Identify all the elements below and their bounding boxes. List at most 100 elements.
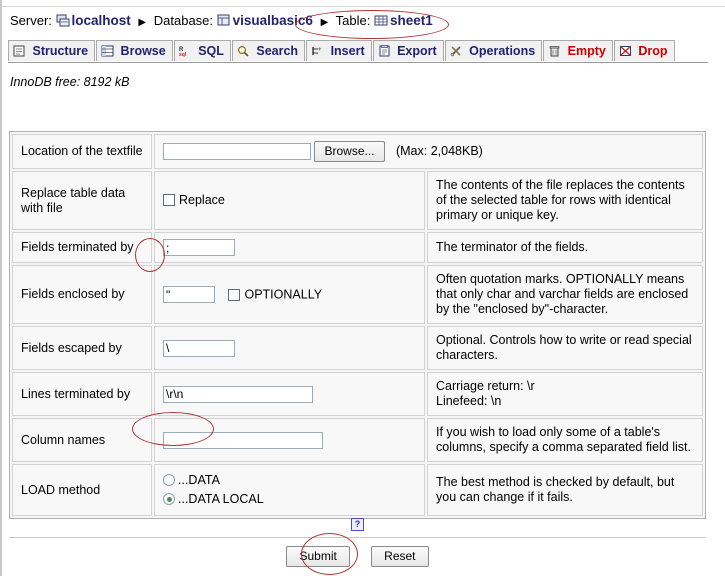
row-desc-fields-terminated: The terminator of the fields. <box>427 232 703 263</box>
database-label: Database: <box>153 13 214 28</box>
row-desc-load-method: The best method is checked by default, b… <box>427 464 703 516</box>
reset-button[interactable]: Reset <box>371 546 429 567</box>
innodb-free-status: InnoDB free: 8192 kB <box>10 75 130 89</box>
row-label-column-names: Column names <box>12 418 152 462</box>
svg-text:sql: sql <box>179 52 187 57</box>
fields-enclosed-by-input[interactable] <box>163 286 215 303</box>
fields-escaped-by-input[interactable] <box>163 339 235 357</box>
table-label: Table: <box>335 13 371 28</box>
linefeed-note: Linefeed: \n <box>436 394 502 408</box>
row-label-load-method: LOAD method <box>12 464 152 516</box>
row-desc-column-names: If you wish to load only some of a table… <box>427 418 703 462</box>
submit-button[interactable]: Submit <box>286 546 350 567</box>
tab-search-label: Search <box>256 44 299 58</box>
sql-icon: R sql <box>179 46 195 60</box>
load-method-option-data-local[interactable]: ...DATA LOCAL <box>163 490 416 509</box>
load-data-local-radio[interactable] <box>163 493 175 505</box>
optionally-checkbox[interactable] <box>228 288 241 301</box>
max-filesize-note: (Max: 2,048KB) <box>395 144 483 158</box>
textfile-path-input[interactable] <box>163 142 311 160</box>
insert-icon: + <box>311 46 327 60</box>
row-label-location: Location of the textfile <box>12 134 152 169</box>
breadcrumb: Server: localhost ▶ Database: visualbasi… <box>0 7 725 36</box>
help-icon[interactable]: ? <box>351 518 364 531</box>
tab-operations-label: Operations <box>469 44 536 58</box>
column-names-input[interactable] <box>163 431 323 449</box>
table-row: Lines terminated by Carriage return: \r … <box>12 372 703 416</box>
row-field-fields-terminated <box>154 232 425 263</box>
load-data-local-label: ...DATA LOCAL <box>178 492 264 506</box>
magnifier-icon <box>237 45 253 60</box>
tab-browse[interactable]: Browse <box>96 40 173 61</box>
table-icon <box>374 14 388 30</box>
export-icon <box>378 45 394 60</box>
row-field-column-names <box>154 418 425 462</box>
server-icon <box>56 14 70 30</box>
tab-insert[interactable]: + Insert <box>306 40 372 61</box>
help-row: ? <box>9 512 706 531</box>
row-desc-fields-enclosed: Often quotation marks. OPTIONALLY means … <box>427 265 703 324</box>
row-field-lines-terminated <box>154 372 425 416</box>
browser-chrome-strip <box>0 0 725 7</box>
row-field-location: Browse... (Max: 2,048KB) <box>154 134 703 169</box>
tab-insert-label: Insert <box>330 44 365 58</box>
tab-sql[interactable]: R sql SQL <box>173 40 231 61</box>
tab-structure[interactable]: Structure <box>8 40 96 61</box>
row-desc-fields-escaped: Optional. Controls how to write or read … <box>427 326 703 370</box>
tab-bar: Structure Browse R sql SQL Search + Inse… <box>8 38 708 63</box>
carriage-return-note: Carriage return: \r <box>436 379 535 393</box>
database-icon <box>217 14 231 30</box>
row-label-replace: Replace table data with file <box>12 171 152 230</box>
tab-empty-label: Empty <box>567 44 606 58</box>
tab-drop[interactable]: Drop <box>613 40 675 61</box>
table-row: Column names If you wish to load only so… <box>12 418 703 462</box>
row-desc-replace: The contents of the file replaces the co… <box>427 171 703 230</box>
tab-sql-label: SQL <box>198 44 224 58</box>
tab-search[interactable]: Search <box>231 40 306 61</box>
load-data-radio[interactable] <box>163 474 175 486</box>
tab-drop-label: Drop <box>638 44 668 58</box>
tab-export-label: Export <box>397 44 437 58</box>
page-left-border <box>0 0 2 576</box>
tab-browse-label: Browse <box>120 44 166 58</box>
row-field-fields-enclosed: OPTIONALLY <box>154 265 425 324</box>
table-row: Replace table data with file Replace The… <box>12 171 703 230</box>
breadcrumb-database-link[interactable]: visualbasic6 <box>233 13 313 28</box>
table-row: Location of the textfile Browse... (Max:… <box>12 134 703 169</box>
browse-button[interactable]: Browse... <box>314 141 385 162</box>
row-field-load-method: ...DATA ...DATA LOCAL <box>154 464 425 516</box>
tab-structure-label: Structure <box>32 44 89 58</box>
breadcrumb-server-link[interactable]: localhost <box>72 13 131 28</box>
load-data-label: ...DATA <box>178 473 220 487</box>
row-field-fields-escaped <box>154 326 425 370</box>
breadcrumb-table-link[interactable]: sheet1 <box>390 13 433 28</box>
row-label-fields-enclosed: Fields enclosed by <box>12 265 152 324</box>
svg-text:+: + <box>318 47 322 53</box>
table-row: LOAD method ...DATA ...DATA LOCAL The be… <box>12 464 703 516</box>
tab-operations[interactable]: Operations <box>444 40 543 61</box>
row-label-lines-terminated: Lines terminated by <box>12 372 152 416</box>
fields-terminated-by-input[interactable] <box>163 239 235 256</box>
optionally-checkbox-label: OPTIONALLY <box>244 287 323 302</box>
row-label-fields-escaped: Fields escaped by <box>12 326 152 370</box>
tab-empty[interactable]: Empty <box>543 40 613 61</box>
tools-icon <box>450 46 466 60</box>
row-field-replace: Replace <box>154 171 425 230</box>
import-options-table: Location of the textfile Browse... (Max:… <box>10 132 705 518</box>
trash-icon <box>548 46 564 60</box>
breadcrumb-separator-2: ▶ <box>320 17 329 28</box>
row-desc-lines-terminated: Carriage return: \r Linefeed: \n <box>427 372 703 416</box>
replace-checkbox[interactable] <box>163 194 175 206</box>
drop-icon <box>619 46 635 60</box>
table-row: Fields terminated by The terminator of t… <box>12 232 703 263</box>
table-row: Fields enclosed by OPTIONALLY Often quot… <box>12 265 703 324</box>
load-method-option-data[interactable]: ...DATA <box>163 471 416 490</box>
row-label-fields-terminated: Fields terminated by <box>12 232 152 263</box>
form-footer: ? Submit Reset <box>9 512 706 567</box>
structure-icon <box>13 45 29 60</box>
tab-export[interactable]: Export <box>372 40 444 61</box>
replace-checkbox-label: Replace <box>179 193 225 207</box>
import-form-panel: Location of the textfile Browse... (Max:… <box>9 131 706 519</box>
table-row: Fields escaped by Optional. Controls how… <box>12 326 703 370</box>
lines-terminated-by-input[interactable] <box>163 385 313 403</box>
